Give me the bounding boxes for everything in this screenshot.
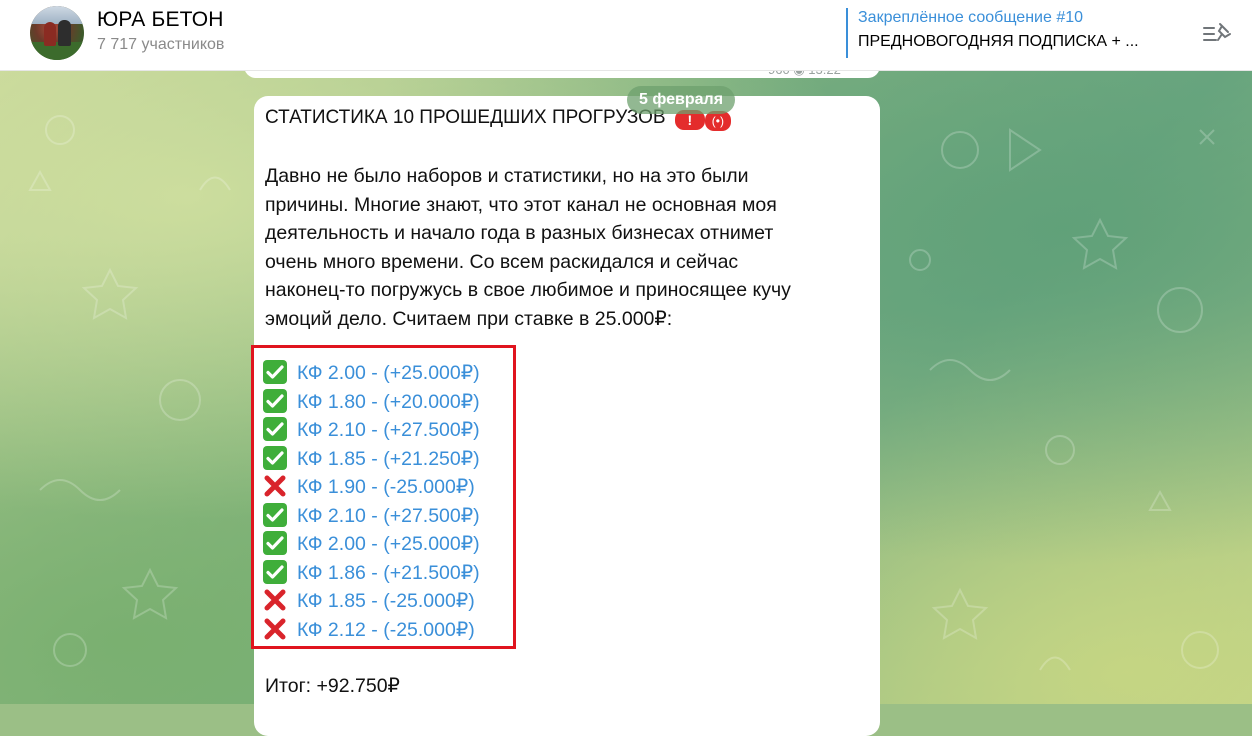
pinned-message-bar[interactable]: Закреплённое сообщение #10 ПРЕДНОВОГОДНЯ…	[846, 8, 1186, 58]
paragraph-line: причины. Многие знают, что этот канал не…	[265, 193, 777, 216]
pinned-message-title: Закреплённое сообщение #10	[858, 9, 1084, 26]
member-count: 7 717 участников	[97, 36, 225, 53]
chat-header: ЮРА БЕТОН 7 717 участников Закреплённое …	[0, 0, 1252, 71]
paragraph-line: Давно не было наборов и статистики, но н…	[265, 165, 749, 187]
headline-text: СТАТИСТИКА 10 ПРОШЕДШИХ ПРОГРУЗОВ	[265, 107, 666, 128]
pin-list-icon[interactable]	[1202, 20, 1232, 46]
paragraph-line: очень много времени. Со всем раскидался …	[265, 250, 739, 273]
pinned-message-text: ПРЕДНОВОГОДНЯЯ ПОДПИСКА + ...	[858, 33, 1139, 50]
channel-title[interactable]: ЮРА БЕТОН	[97, 8, 224, 32]
paragraph-line: эмоций дело. Считаем при ставке в 25.000…	[265, 307, 673, 330]
channel-avatar[interactable]	[30, 6, 84, 60]
highlight-frame	[251, 345, 516, 649]
paragraph-line: наконец-то погружусь в свое любимое и пр…	[265, 279, 791, 302]
broadcast-icon: (•)	[704, 111, 731, 131]
paragraph-line: деятельность и начало года в разных бизн…	[265, 222, 774, 245]
total-result: Итог: +92.750₽	[265, 675, 400, 697]
message-paragraph: Давно не было наборов и статистики, но н…	[265, 162, 865, 334]
date-separator: 5 февраля	[627, 86, 736, 114]
